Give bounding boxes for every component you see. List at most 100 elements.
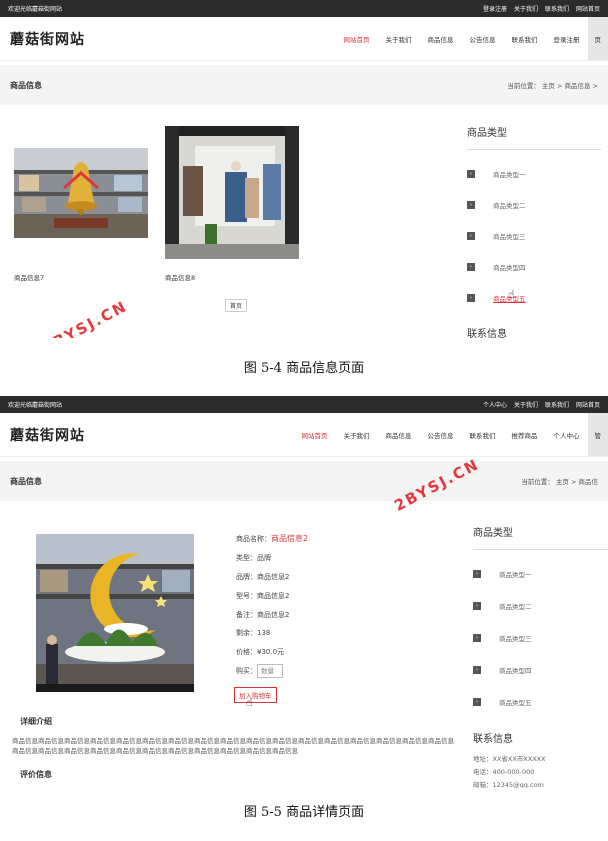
figure-caption-5-5: 图 5-5 商品详情页面 (243, 805, 365, 820)
product-name-row: 商品名称：商品信息2 (236, 534, 309, 543)
nav-about[interactable]: 关于我们 (336, 430, 378, 440)
nav-products[interactable]: 商品信息 (378, 430, 420, 440)
product-image-8[interactable] (165, 126, 299, 259)
chevron-right-icon: › (467, 231, 475, 240)
category-title: 商品类型 (467, 124, 601, 150)
category-item[interactable]: › 商品类型二 (473, 590, 608, 622)
breadcrumb-bar: 商品信息 当前位置： 主页 > 商品信息 > (0, 65, 608, 105)
quantity-input[interactable]: 数量 (257, 664, 283, 678)
buy-row: 购买： 数量 (236, 664, 283, 678)
contact-address: 地址：XX省XX市XXXXX (473, 755, 546, 763)
chevron-right-icon: › (467, 293, 475, 302)
top-link-home[interactable]: 网站首页 (576, 400, 600, 409)
page-title: 商品信息 (10, 476, 42, 486)
nav-notices[interactable]: 公告信息 (462, 34, 504, 44)
chevron-right-icon: › (473, 698, 481, 706)
category-item[interactable]: › 商品类型三 (467, 220, 601, 251)
hand-cursor-icon: ☝ (246, 696, 253, 709)
breadcrumb-bar: 商品信息 当前位置： 主页 > 商品信 (0, 461, 608, 501)
intro-text: 商品信息商品信息商品信息商品信息商品信息商品信息商品信息商品信息商品信息商品信息… (12, 737, 454, 755)
category-item[interactable]: › 商品类型五 (473, 686, 608, 718)
nav-products[interactable]: 商品信息 (420, 34, 462, 44)
top-link-contact[interactable]: 联系我们 (545, 400, 569, 409)
chevron-right-icon: › (467, 262, 475, 271)
top-link-profile[interactable]: 个人中心 (483, 400, 507, 409)
chevron-right-icon: › (473, 634, 481, 642)
nav-recommended[interactable]: 推荐商品 (504, 430, 546, 440)
main-nav: 网站首页 关于我们 商品信息 公告信息 联系我们 登录注册 页 (336, 17, 608, 60)
category-item[interactable]: › 商品类型五 (467, 282, 601, 313)
nav-home[interactable]: 网站首页 (336, 34, 378, 44)
category-sidebar: 商品类型 › 商品类型一 › 商品类型二 › 商品类型三 › 商品类型四 › 商品类型五 … (467, 124, 601, 338)
product-detail-image (36, 534, 194, 692)
moon-decoration-photo (36, 534, 194, 692)
category-title: 商品类型 (473, 524, 608, 550)
category-item[interactable]: › 商品类型四 (467, 251, 601, 282)
figure-caption-5-4: 图 5-4 商品信息页面 (243, 361, 365, 376)
product-type-row: 类型：品牌 (236, 554, 271, 562)
nav-home[interactable]: 网站首页 (294, 430, 336, 440)
top-link-home[interactable]: 网站首页 (576, 4, 600, 13)
product-list-screenshot: 欢迎光临蘑菇街网站 登录注册 关于我们 联系我们 网站首页 蘑菇街网站 网站首页… (0, 0, 608, 338)
chevron-right-icon: › (467, 169, 475, 178)
chevron-right-icon: › (467, 200, 475, 209)
contact-phone: 电话：400-000-000 (473, 768, 535, 776)
chevron-right-icon: › (473, 666, 481, 674)
product-brand-row: 品牌：商品信息2 (236, 573, 290, 581)
chevron-right-icon: › (473, 602, 481, 610)
nav-contact[interactable]: 联系我们 (462, 430, 504, 440)
nav-admin[interactable]: 管 (587, 413, 608, 456)
mall-bell-photo (14, 148, 148, 238)
category-sidebar: 商品类型 › 商品类型一 › 商品类型二 › 商品类型三 › 商品类型四 › 商品类型五 … (473, 524, 608, 788)
contact-email: 邮箱：12345@qq.com (473, 781, 544, 788)
hand-cursor-icon: ☝ (508, 288, 515, 301)
top-link-about[interactable]: 关于我们 (514, 400, 538, 409)
product-remark-row: 备注：商品信息2 (236, 611, 290, 619)
site-logo[interactable]: 蘑菇街网站 (10, 29, 85, 49)
category-item[interactable]: › 商品类型三 (473, 622, 608, 654)
welcome-text: 欢迎光临蘑菇街网站 (8, 6, 63, 13)
product-model-row: 型号：商品信息2 (236, 592, 290, 600)
intro-title: 详细介绍 (20, 717, 52, 726)
product-name-8[interactable]: 商品信息8 (165, 272, 195, 282)
clothing-store-photo (165, 126, 299, 259)
top-link-contact[interactable]: 联系我们 (545, 4, 569, 13)
product-detail-screenshot: 欢迎光临蘑菇街网站 个人中心 关于我们 联系我们 网站首页 蘑菇街网站 网站首页… (0, 396, 608, 788)
top-bar: 欢迎光临蘑菇街网站 登录注册 关于我们 联系我们 网站首页 (0, 0, 608, 17)
watermark: 2BYSJ.CN (39, 297, 131, 338)
buy-label: 购买： (236, 667, 257, 675)
product-price-row: 价格：¥30.0元 (236, 648, 285, 656)
nav-contact[interactable]: 联系我们 (504, 34, 546, 44)
site-header: 蘑菇街网站 网站首页 关于我们 商品信息 公告信息 联系我们 推荐商品 个人中心… (0, 413, 608, 457)
main-nav: 网站首页 关于我们 商品信息 公告信息 联系我们 推荐商品 个人中心 管 (294, 413, 608, 456)
welcome-text: 欢迎光临蘑菇街网站 (8, 402, 63, 409)
contact-title: 联系信息 (467, 329, 507, 338)
product-image-7[interactable] (14, 148, 148, 238)
category-item[interactable]: › 商品类型二 (467, 189, 601, 220)
breadcrumb: 当前位置： 主页 > 商品信息 > (507, 82, 598, 90)
page-title: 商品信息 (10, 80, 42, 90)
nav-more[interactable]: 页 (587, 17, 608, 60)
breadcrumb: 当前位置： 主页 > 商品信 (521, 478, 598, 486)
chevron-right-icon: › (473, 570, 481, 578)
top-links: 个人中心 关于我们 联系我们 网站首页 (483, 400, 600, 409)
site-logo[interactable]: 蘑菇街网站 (10, 425, 85, 445)
nav-notices[interactable]: 公告信息 (420, 430, 462, 440)
top-bar: 欢迎光临蘑菇街网站 个人中心 关于我们 联系我们 网站首页 (0, 396, 608, 413)
product-stock-row: 剩余：138 (236, 629, 271, 637)
product-name-value: 商品信息2 (271, 534, 309, 543)
site-header: 蘑菇街网站 网站首页 关于我们 商品信息 公告信息 联系我们 登录注册 页 (0, 17, 608, 61)
add-to-cart-button[interactable]: 加入购物车 (234, 687, 277, 703)
nav-profile[interactable]: 个人中心 (546, 430, 588, 440)
top-links: 登录注册 关于我们 联系我们 网站首页 (483, 4, 600, 13)
category-item[interactable]: › 商品类型一 (467, 158, 601, 189)
review-title: 评价信息 (20, 770, 52, 779)
first-page-button[interactable]: 首页 (225, 299, 248, 312)
product-name-7[interactable]: 商品信息7 (14, 272, 44, 282)
category-item[interactable]: › 商品类型一 (473, 558, 608, 590)
top-link-about[interactable]: 关于我们 (514, 4, 538, 13)
top-link-login[interactable]: 登录注册 (483, 4, 507, 13)
nav-about[interactable]: 关于我们 (378, 34, 420, 44)
nav-login[interactable]: 登录注册 (546, 34, 588, 44)
category-item[interactable]: › 商品类型四 (473, 654, 608, 686)
